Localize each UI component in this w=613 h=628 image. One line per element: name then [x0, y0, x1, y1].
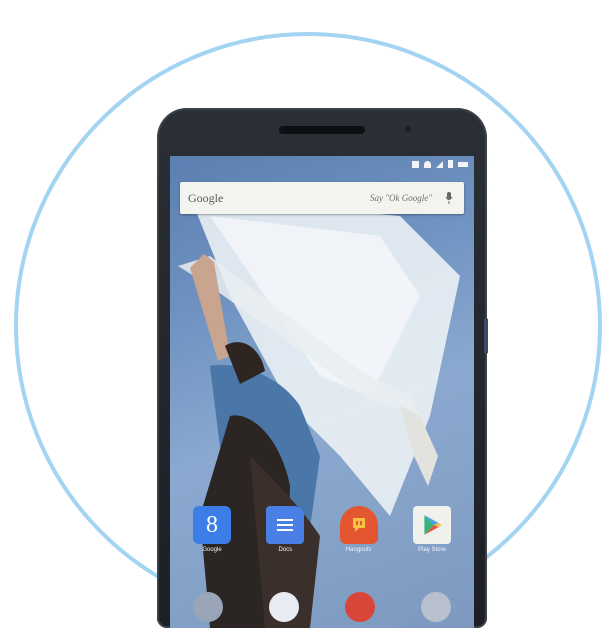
battery-icon	[448, 160, 453, 168]
hangouts-icon	[339, 506, 378, 544]
home-app-row: 8 Google Docs Hangouts Play Store	[184, 506, 460, 566]
app-label: Google	[202, 547, 222, 553]
play-store-app[interactable]: Play Store	[404, 506, 460, 553]
docs-app[interactable]: Docs	[257, 506, 313, 553]
camera-app-icon[interactable]	[421, 592, 451, 622]
chrome-app-icon[interactable]	[345, 592, 375, 622]
google-search-bar[interactable]: Google Say "Ok Google"	[180, 182, 464, 214]
wifi-icon	[424, 160, 431, 168]
google-logo-text: Google	[188, 190, 224, 205]
bottom-dock-row	[170, 586, 474, 628]
signal-icon	[436, 160, 443, 168]
home-screen: Google Say "Ok Google" 8 Google Docs Han…	[170, 156, 474, 628]
app-label: Play Store	[418, 547, 446, 553]
google-app[interactable]: 8 Google	[184, 506, 240, 553]
phone-device: Google Say "Ok Google" 8 Google Docs Han…	[157, 108, 487, 628]
google-g-icon: 8	[193, 506, 231, 544]
earpiece-speaker	[279, 126, 365, 134]
phone-app-icon[interactable]	[193, 592, 223, 622]
microphone-icon[interactable]	[442, 191, 456, 205]
app-drawer-icon[interactable]	[269, 592, 299, 622]
docs-icon	[266, 506, 305, 544]
status-bar	[170, 156, 474, 172]
search-hint: Say "Ok Google"	[369, 193, 432, 203]
power-button	[484, 318, 488, 354]
play-store-icon	[412, 506, 451, 544]
notification-icon	[412, 160, 419, 168]
hangouts-app[interactable]: Hangouts	[331, 506, 387, 553]
clock-indicator-icon	[458, 161, 468, 167]
front-camera	[405, 126, 411, 132]
app-label: Docs	[278, 547, 293, 553]
app-label: Hangouts	[345, 547, 372, 553]
